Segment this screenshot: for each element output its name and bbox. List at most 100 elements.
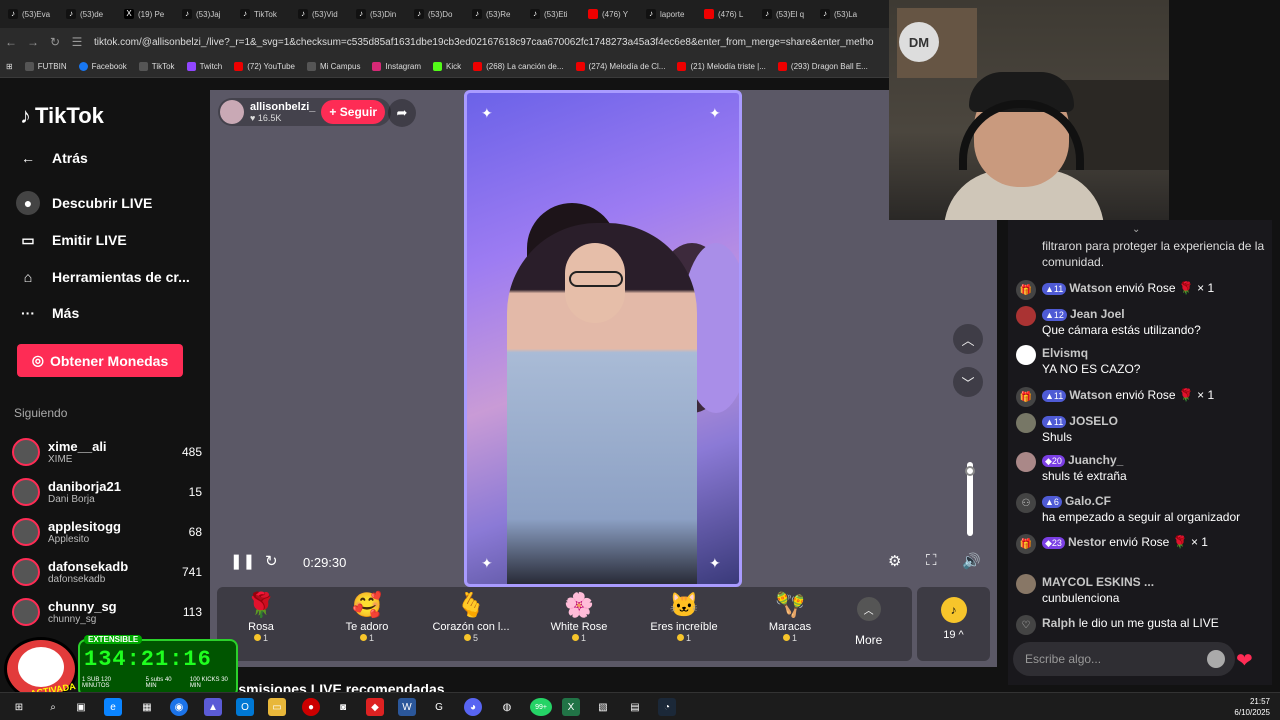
host-avatar[interactable]: [220, 100, 244, 124]
windows-start-icon[interactable]: ⊞: [10, 698, 28, 716]
forward-arrow-icon[interactable]: →: [22, 35, 44, 49]
fullscreen-icon[interactable]: ⛶: [926, 552, 937, 569]
heart-button[interactable]: ❤: [1236, 648, 1253, 673]
gift-item[interactable]: 🌸 White Rose 1: [529, 591, 629, 643]
app-red-icon[interactable]: ◆: [366, 698, 384, 716]
bookmark-kick[interactable]: Kick: [433, 62, 461, 71]
emoji-icon[interactable]: [1207, 650, 1225, 668]
browser-tab[interactable]: ♪ (53)Vid: [290, 0, 348, 28]
browser-tab[interactable]: ♪ (53)El q: [754, 0, 812, 28]
app-icon[interactable]: ▲: [204, 698, 222, 716]
bookmark-mi-campus[interactable]: Mi Campus: [306, 62, 360, 71]
bookmark-youtube[interactable]: (72) YouTube: [234, 62, 295, 71]
nav-go-live[interactable]: ▭ Emitir LIVE: [16, 228, 126, 252]
bookmark-tiktok[interactable]: TikTok: [138, 62, 175, 71]
bookmarks-bar: ⊞ FUTBIN Facebook TikTok Twitch (72) You…: [0, 56, 890, 78]
bookmark-facebook[interactable]: Facebook: [78, 62, 127, 71]
bookmark-youtube[interactable]: (21) Melodía triste |...: [677, 62, 766, 71]
coin-balance[interactable]: ♪ 19 ^: [917, 587, 990, 661]
chevron-down-icon[interactable]: ⌄: [1132, 224, 1140, 235]
back-arrow-icon[interactable]: ←: [0, 35, 22, 49]
discord-icon[interactable]: ◕: [464, 698, 482, 716]
avatar[interactable]: [1016, 345, 1036, 365]
game-icon[interactable]: ◙: [334, 698, 352, 716]
following-item[interactable]: dafonsekadb dafonsekadb 741: [12, 554, 202, 590]
word-icon[interactable]: W: [398, 698, 416, 716]
calculator-icon[interactable]: ▤: [626, 698, 644, 716]
gift-item[interactable]: 🫰 Corazón con l... 5: [421, 591, 521, 643]
heart-outline-icon: ♡: [1016, 615, 1036, 635]
browser-tab[interactable]: ♪ (53)Eva: [0, 0, 58, 28]
app-icon[interactable]: ◍: [498, 698, 516, 716]
app-g-icon[interactable]: G: [430, 698, 448, 716]
gift-icon: 🎁: [1016, 280, 1036, 300]
file-explorer-icon[interactable]: ▭: [268, 698, 286, 716]
site-info-icon[interactable]: ☰: [66, 35, 88, 49]
browser-tab[interactable]: ♪ (53)Din: [348, 0, 406, 28]
volume-slider-handle[interactable]: [965, 466, 975, 476]
browser-tab[interactable]: ♪ (53)Re: [464, 0, 522, 28]
share-button[interactable]: ➦: [388, 99, 416, 127]
avatar[interactable]: [1016, 306, 1036, 326]
chrome-icon[interactable]: ◉: [170, 698, 188, 716]
excel-icon[interactable]: X: [562, 698, 580, 716]
task-view-icon[interactable]: ▣: [72, 698, 90, 716]
steam-icon[interactable]: ◔: [658, 698, 676, 716]
bookmark-youtube[interactable]: (293) Dragon Ball E...: [777, 62, 868, 71]
following-item[interactable]: chunny_sg chunny_sg 113: [12, 594, 202, 630]
pause-icon[interactable]: ❚❚: [230, 552, 255, 570]
browser-tab[interactable]: ♪ (53)La: [812, 0, 870, 28]
system-clock[interactable]: 21:57 6/10/2025: [1234, 696, 1270, 718]
browser-tab[interactable]: ♪ laporte: [638, 0, 696, 28]
speaker-icon[interactable]: 🔊: [962, 552, 981, 570]
reload-icon[interactable]: ↻: [44, 35, 66, 49]
whatsapp-icon[interactable]: 99+: [530, 698, 552, 716]
nav-creator-tools[interactable]: ⌂ Herramientas de cr...: [16, 265, 190, 289]
following-item[interactable]: applesitogg Applesito 68: [12, 514, 202, 550]
browser-tab-active[interactable]: ♪ TikTok: [232, 0, 290, 28]
back-link[interactable]: ← Atrás: [16, 146, 88, 170]
following-item[interactable]: daniborja21 Dani Borja 15: [12, 474, 202, 510]
live-video[interactable]: ✦ ✦ ✦ ✦: [464, 90, 742, 587]
bookmark-youtube[interactable]: (268) La canción de...: [473, 62, 564, 71]
next-live-button[interactable]: ﹀: [953, 367, 983, 397]
following-item[interactable]: xime__ali XIME 485: [12, 434, 202, 470]
mascot-face: [18, 647, 64, 687]
refresh-icon[interactable]: ↻: [265, 552, 278, 570]
gift-item[interactable]: 🪇 Maracas 1: [740, 591, 840, 643]
obs-icon[interactable]: ●: [302, 698, 320, 716]
nav-more[interactable]: ··· Más: [16, 301, 79, 325]
browser-tab[interactable]: ♪ (53)Eti: [522, 0, 580, 28]
tiktok-logo[interactable]: ♪ TikTok: [20, 103, 104, 129]
browser-tab[interactable]: ♪ (53)Do: [406, 0, 464, 28]
chat-input[interactable]: Escribe algo...: [1013, 642, 1235, 676]
apps-grid-icon[interactable]: ⊞: [6, 62, 13, 71]
avatar[interactable]: [1016, 574, 1036, 594]
browser-tab[interactable]: ♪ (53)de: [58, 0, 116, 28]
edge-icon[interactable]: e: [104, 698, 122, 716]
more-gifts-button[interactable]: ︿ More: [855, 597, 882, 647]
gift-item[interactable]: 🥰 Te adoro 1: [317, 591, 417, 643]
browser-tab[interactable]: (476) L: [696, 0, 754, 28]
previous-live-button[interactable]: ︿: [953, 324, 983, 354]
avatar[interactable]: [1016, 413, 1036, 433]
bookmark-futbin[interactable]: FUTBIN: [24, 62, 67, 71]
browser-tab[interactable]: X (19) Pe: [116, 0, 174, 28]
app-icon[interactable]: ▧: [594, 698, 612, 716]
bookmark-instagram[interactable]: Instagram: [372, 62, 421, 71]
url-field[interactable]: tiktok.com/@allisonbelzi_/live?_r=1&_svg…: [94, 37, 874, 48]
search-icon[interactable]: ⌕: [44, 698, 62, 716]
avatar[interactable]: [1016, 452, 1036, 472]
browser-tab[interactable]: ♪ (53)Jaj: [174, 0, 232, 28]
browser-tab[interactable]: (476) Y: [580, 0, 638, 28]
outlook-icon[interactable]: O: [236, 698, 254, 716]
store-icon[interactable]: ▦: [138, 698, 156, 716]
bookmark-youtube[interactable]: (274) Melodía de Cl...: [575, 62, 665, 71]
gift-item[interactable]: 🐱 Eres increíble 1: [634, 591, 734, 643]
follow-button[interactable]: + Seguir: [321, 100, 386, 124]
bookmark-twitch[interactable]: Twitch: [186, 62, 222, 71]
settings-gear-icon[interactable]: ⚙: [888, 552, 901, 570]
get-coins-button[interactable]: ◎ Obtener Monedas: [17, 344, 183, 377]
youtube-icon: [704, 9, 714, 19]
nav-discover-live[interactable]: ● Descubrir LIVE: [16, 191, 152, 215]
